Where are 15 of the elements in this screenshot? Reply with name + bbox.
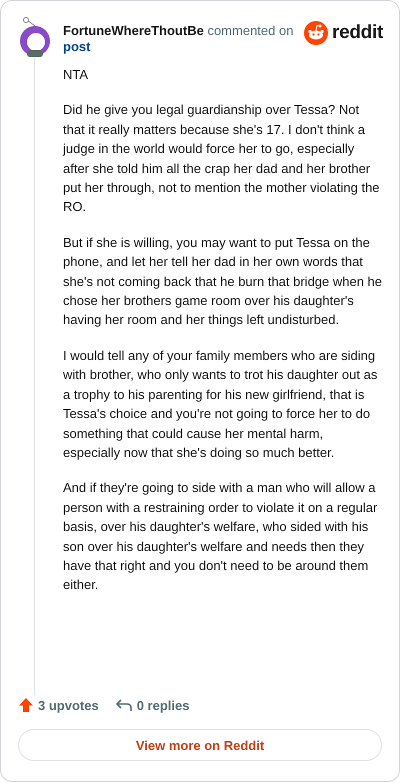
comment-paragraph: I would tell any of your family members who are siding with brother, who only wants to trot his daughter out as a trophy to his parenting for his new girlfriend, that is Tessa's choice and you're not going to force her to do something that could cause her mental harm, especially now that she's doing so much better. — [63, 346, 378, 462]
alien-logo-icon — [304, 21, 328, 45]
comment-paragraph: But if she is willing, you may want to put Tessa on the phone, and let her tell her dad in her own words that she's not coming back that he burn that bridge when he chose her brothers game room over his daughter's having her room and her things left undisturbed. — [63, 234, 383, 330]
comment-paragraph: Did he give you legal guardianship over Tessa? Not that it really matters because she's 17. I don't think a judge in the world would force her to go, especially after she told him all the crap her dad and her brother put her through, not to mention the mother violating the RO. — [63, 101, 381, 216]
reply-count: 0 replies — [136, 698, 190, 712]
comment-byline: FortuneWhereThoutBe commented on — [63, 23, 294, 38]
avatar-icon — [17, 17, 53, 57]
post-link[interactable]: post — [63, 39, 90, 55]
comment-paragraph: NTA — [63, 66, 90, 84]
comment-paragraph: And if they're going to side with a man who will allow a person with a restraining order to violate it on a regular basis, over his daughter's welfare, who sided with his son over his daughter's welfare and needs then they have that right and you don't need to be around them either. — [63, 479, 378, 594]
upvote-arrow-icon[interactable] — [18, 697, 34, 713]
reply-arrow-icon[interactable] — [114, 698, 133, 712]
brand-name: reddit — [332, 22, 383, 44]
upvote-count: 3 upvotes — [38, 698, 99, 712]
view-more-button[interactable]: View more on Reddit — [18, 729, 382, 761]
